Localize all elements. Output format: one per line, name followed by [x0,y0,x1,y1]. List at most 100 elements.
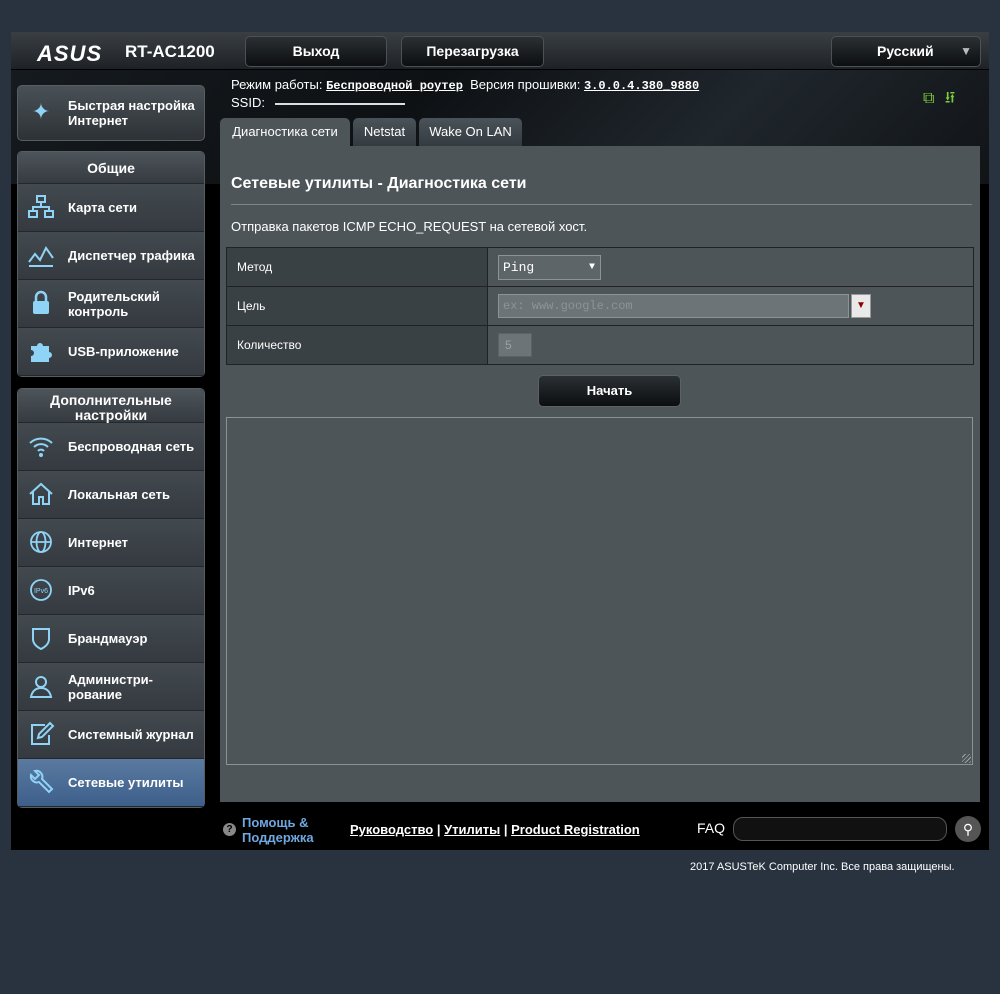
home-icon [26,481,56,509]
router-admin-frame: ASUS RT-AC1200 Выход Перезагрузка Русски… [11,32,989,850]
language-value: Русский [877,43,934,59]
reboot-button[interactable]: Перезагрузка [401,36,544,67]
sidebar-item-firewall[interactable]: Брандмауэр [18,615,204,663]
sidebar-item-label: Системный журнал [68,727,194,742]
sidebar-item-administration[interactable]: Администри-рование [18,663,204,711]
tab-netstat[interactable]: Netstat [353,118,416,146]
router-info: Режим работы: Беспроводной роутер Версия… [231,77,699,93]
sidebar-item-internet[interactable]: Интернет [18,519,204,567]
puzzle-icon [26,338,56,366]
sidebar-item-label: Сетевые утилиты [68,775,184,790]
sidebar-item-ipv6[interactable]: IPv6 IPv6 [18,567,204,615]
traffic-manager-icon [26,242,56,270]
network-status-icon[interactable]: ⧉ [923,90,934,107]
usb-status-icon[interactable]: ⭿ [945,90,955,107]
top-bar: ASUS RT-AC1200 Выход Перезагрузка Русски… [11,32,989,70]
help-support-label: Помощь & Поддержка [242,815,314,845]
log-edit-icon [26,721,56,749]
admin-user-icon [26,673,56,701]
target-dropdown-button[interactable]: ▼ [851,294,871,318]
diagnostic-form: Метод Ping ▼ Цель ex: www.google.com ▼ К… [226,247,974,365]
manual-link[interactable]: Руководство [350,822,433,837]
tools-icon [26,769,56,797]
sidebar-item-label: Интернет [68,535,129,550]
router-model: RT-AC1200 [125,42,215,61]
output-textarea[interactable] [226,417,973,765]
method-select[interactable]: Ping ▼ [498,254,601,280]
lock-icon [26,290,56,318]
svg-text:IPv6: IPv6 [34,588,48,595]
logout-button[interactable]: Выход [245,36,387,67]
target-input[interactable]: ex: www.google.com [498,294,849,318]
resize-handle-icon[interactable] [962,754,971,763]
asus-logo: ASUS [37,41,103,66]
main-panel: Сетевые утилиты - Диагностика сети Отпра… [220,146,980,802]
start-button[interactable]: Начать [538,375,681,407]
sidebar-item-network-map[interactable]: Карта сети [18,184,204,232]
footer-links: Руководство | Утилиты | Product Registra… [350,822,640,837]
copyright: 2017 ASUSTeK Computer Inc. Все права защ… [690,861,955,873]
sidebar-item-label: Родительский контроль [68,288,160,319]
sidebar-item-label: IPv6 [68,583,95,598]
sidebar-item-label: Быстрая настройка Интернет [68,98,195,128]
shield-icon [26,625,56,653]
ssid-redacted [274,102,405,105]
sidebar-item-label: Локальная сеть [68,487,170,502]
language-select[interactable]: Русский ▼ [831,36,981,67]
ssid-line: SSID: [231,95,405,110]
form-row-method: Метод Ping ▼ [226,247,974,287]
ipv6-icon: IPv6 [26,577,56,605]
search-icon[interactable]: ⚲ [955,816,981,842]
title-divider [231,204,972,205]
sidebar-advanced-title: Дополнительные настройки [18,389,204,423]
faq-search-input[interactable] [733,817,947,841]
sidebar-item-label: Диспетчер трафика [68,248,195,263]
sidebar-item-network-tools[interactable]: Сетевые утилиты [18,759,204,807]
sidebar-item-system-log[interactable]: Системный журнал [18,711,204,759]
sidebar-item-lan[interactable]: Локальная сеть [18,471,204,519]
status-icons: ⧉ ⭿ [923,87,955,114]
globe-icon [26,529,56,557]
target-label: Цель [226,286,488,326]
sidebar-item-label: Брандмауэр [68,631,148,646]
page-description: Отправка пакетов ICMP ECHO_REQUEST на се… [231,219,588,234]
quick-internet-setup[interactable]: ✦ Быстрая настройка Интернет [17,85,205,141]
wifi-icon [26,433,56,461]
chevron-down-icon: ▼ [588,261,595,273]
sidebar-item-label: USB-приложение [68,344,179,359]
count-label: Количество [226,325,488,365]
sidebar-item-parental-control[interactable]: Родительский контроль [18,280,204,328]
footer: ? Помощь & Поддержка Руководство | Утили… [11,807,989,850]
method-value: Ping [503,259,535,275]
firmware-label: Версия прошивки: [470,77,581,92]
utilities-link[interactable]: Утилиты [444,822,500,837]
page-title: Сетевые утилиты - Диагностика сети [231,175,527,192]
mode-label: Режим работы: [231,77,323,92]
chevron-down-icon: ▼ [960,44,972,58]
tab-network-diagnostics[interactable]: Диагностика сети [220,118,350,146]
firmware-version-link[interactable]: 3.0.0.4.380_9880 [584,79,699,93]
ssid-label: SSID: [231,95,265,110]
sidebar-item-traffic-manager[interactable]: Диспетчер трафика [18,232,204,280]
sidebar-item-usb-app[interactable]: USB-приложение [18,328,204,376]
question-icon: ? [223,823,236,836]
sidebar-item-label: Администри-рование [68,671,153,702]
faq-label: FAQ [697,820,726,836]
product-registration-link[interactable]: Product Registration [511,822,640,837]
sidebar-item-wireless[interactable]: Беспроводная сеть [18,423,204,471]
magic-wand-icon: ✦ [31,99,51,124]
operation-mode-link[interactable]: Беспроводной роутер [326,79,463,93]
sidebar-general-title: Общие [18,152,204,184]
method-label: Метод [226,247,488,287]
count-cell: 5 [487,325,974,365]
sidebar-advanced: Дополнительные настройки Беспроводная се… [17,388,205,808]
method-cell: Ping ▼ [487,247,974,287]
sidebar-item-quick-setup[interactable]: ✦ Быстрая настройка Интернет [18,86,204,140]
tab-wake-on-lan[interactable]: Wake On LAN [419,118,522,146]
count-input[interactable]: 5 [498,333,532,357]
sidebar-item-label: Беспроводная сеть [68,439,195,454]
form-row-count: Количество 5 [226,325,974,365]
network-map-icon [26,194,56,222]
form-row-target: Цель ex: www.google.com ▼ [226,286,974,326]
sidebar-item-label: Карта сети [68,200,137,215]
